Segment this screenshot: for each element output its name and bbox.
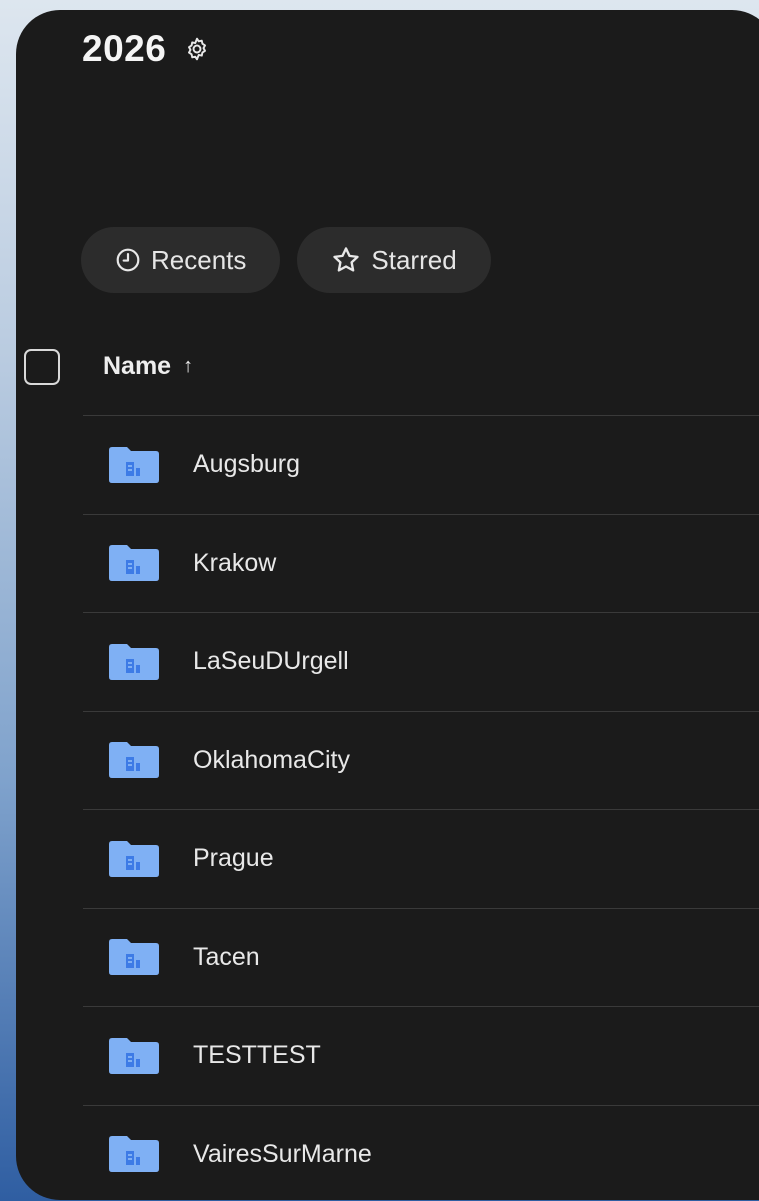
shared-folder-icon — [109, 446, 159, 483]
name-column-header[interactable]: Name ↑ — [103, 352, 193, 381]
table-row[interactable]: Krakow — [83, 513, 759, 613]
table-row[interactable]: Tacen — [83, 907, 759, 1007]
table-header: Name ↑ — [16, 348, 759, 410]
folder-name: OklahomaCity — [193, 745, 350, 774]
star-icon — [333, 247, 360, 272]
title-row: 2026 — [82, 28, 210, 70]
table-row[interactable]: TESTTEST — [83, 1006, 759, 1105]
table-row[interactable]: Augsburg — [83, 415, 759, 514]
table-row[interactable]: VairesSurMarne — [83, 1104, 759, 1201]
shared-folder-icon — [109, 1136, 159, 1173]
folder-name: LaSeuDUrgell — [193, 647, 349, 676]
folder-name: Prague — [193, 844, 274, 873]
page-title: 2026 — [82, 28, 167, 69]
folder-list: Augsburg Krakow LaSeuDUrgell OklahomaCity Pr… — [83, 415, 759, 1200]
table-row[interactable]: Prague — [83, 809, 759, 908]
folder-name: TESTTEST — [193, 1041, 321, 1070]
shared-folder-icon — [109, 840, 159, 877]
gear-icon[interactable] — [184, 36, 210, 62]
filter-pills: Recents Starred — [81, 227, 491, 293]
recents-label: Recents — [151, 244, 247, 275]
folder-name: Tacen — [193, 942, 260, 971]
shared-folder-icon — [109, 742, 159, 779]
folder-name: VairesSurMarne — [193, 1139, 372, 1168]
shared-folder-icon — [109, 939, 159, 976]
shared-folder-icon — [109, 643, 159, 680]
select-all-checkbox[interactable] — [24, 349, 60, 385]
table-row[interactable]: OklahomaCity — [83, 710, 759, 810]
folder-name: Krakow — [193, 548, 277, 577]
starred-button[interactable]: Starred — [297, 227, 491, 293]
sort-ascending-icon: ↑ — [183, 355, 194, 377]
table-row[interactable]: LaSeuDUrgell — [83, 612, 759, 711]
clock-icon — [116, 248, 140, 272]
folder-name: Augsburg — [193, 450, 301, 479]
file-browser-panel: 2026 Recents Starred Name ↑ Augsburg Krak… — [16, 10, 759, 1200]
starred-label: Starred — [371, 244, 457, 275]
name-column-label: Name — [103, 352, 172, 380]
shared-folder-icon — [109, 545, 159, 582]
shared-folder-icon — [109, 1037, 159, 1074]
recents-button[interactable]: Recents — [81, 227, 281, 293]
